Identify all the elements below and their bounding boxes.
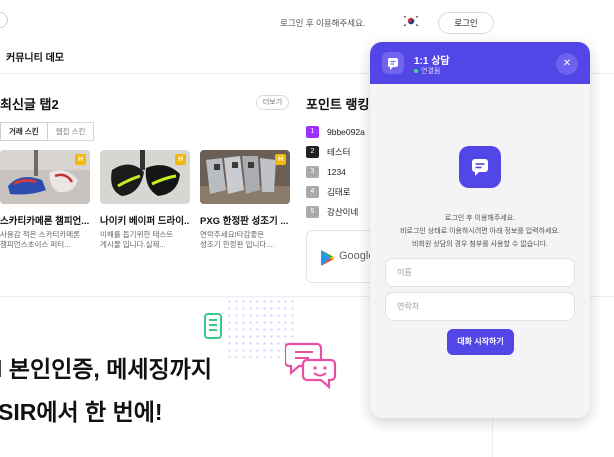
latest-posts-title: 최신글 탭2 bbox=[0, 97, 59, 112]
chat-widget: 1:1 상담 연결됨 ✕ 로그인 후 이용해주세요. 비로그인 상태로 이용하시… bbox=[370, 42, 590, 418]
chat-info-line: 비회원 상담의 경우 첨부를 사용할 수 없습니다. bbox=[412, 241, 548, 248]
top-bar: 로그인 후 이용해주세요. 로그인 bbox=[0, 0, 614, 44]
ranking-title: 포인트 랭킹 bbox=[306, 97, 370, 112]
post-title[interactable]: 스카티카메론 챔피언... bbox=[0, 213, 90, 227]
post-desc: 챔피언스초이스 퍼터... bbox=[0, 240, 71, 249]
chat-info-line: 비로그인 상태로 이용하시려면 아래 정보를 입력하세요. bbox=[400, 228, 560, 235]
tab-trade-skin[interactable]: 거래 스킨 bbox=[0, 122, 48, 141]
connection-status: 연결됨 bbox=[414, 66, 440, 76]
online-dot-icon bbox=[414, 69, 418, 74]
google-play-icon bbox=[321, 250, 335, 266]
chat-bubble-icon bbox=[388, 58, 398, 70]
post-thumbnail[interactable]: H bbox=[0, 150, 90, 204]
login-notice: 로그인 후 이용해주세요. bbox=[280, 18, 366, 28]
column-divider bbox=[492, 418, 493, 457]
more-button[interactable]: 더보기 bbox=[256, 95, 289, 110]
connection-status-text: 연결됨 bbox=[421, 68, 441, 75]
start-chat-button[interactable]: 대화 시작하기 bbox=[447, 329, 514, 355]
chat-widget-header: 1:1 상담 연결됨 ✕ bbox=[370, 42, 590, 84]
phone-icon bbox=[204, 313, 222, 339]
post-desc: 사용감 적은 스카티카메론 bbox=[0, 230, 81, 239]
hot-badge: H bbox=[275, 154, 286, 165]
post-card[interactable]: H 스카티카메론 챔피언... 사용감 적은 스카티카메론 챔피언스초이스 퍼터… bbox=[0, 150, 90, 250]
chat-info-line: 로그인 후 이용해주세요. bbox=[444, 215, 516, 222]
chat-title: 1:1 상담 bbox=[414, 56, 450, 67]
skin-tabs: 거래 스킨 웹접 스킨 bbox=[0, 122, 95, 141]
tab-webzine-skin[interactable]: 웹접 스킨 bbox=[47, 122, 95, 141]
banner-headline-1: l 본인인증, 메세징까지 bbox=[0, 356, 213, 382]
rank-number-badge: 5 bbox=[306, 206, 319, 218]
chat-main-icon bbox=[459, 146, 501, 188]
rank-number-badge: 1 bbox=[306, 126, 319, 138]
chat-bubbles-icon bbox=[285, 342, 337, 390]
login-button[interactable]: 로그인 bbox=[438, 12, 494, 34]
rank-number-badge: 4 bbox=[306, 186, 319, 198]
site-name[interactable]: 커뮤니티 데모 bbox=[6, 49, 64, 64]
post-thumbnail[interactable]: H bbox=[100, 150, 190, 204]
rank-number-badge: 2 bbox=[306, 146, 319, 158]
post-thumbnail[interactable]: H bbox=[200, 150, 290, 204]
post-card[interactable]: H PXG 한정판 성조기 ... 연락주세요!타감좋은 성조기 한정판 입니다… bbox=[200, 150, 290, 250]
rank-number-badge: 3 bbox=[306, 166, 319, 178]
rank-user-name[interactable]: 강산이네 bbox=[327, 206, 358, 218]
chat-avatar bbox=[382, 52, 404, 74]
post-desc: 연락주세요!타감좋은 bbox=[200, 230, 265, 239]
rank-user-name[interactable]: 1234 bbox=[327, 167, 346, 177]
hot-badge: H bbox=[75, 154, 86, 165]
rank-user-name[interactable]: 테스터 bbox=[327, 146, 350, 158]
rank-user-name[interactable]: 김태로 bbox=[327, 186, 350, 198]
rank-user-name[interactable]: 9bbe092a bbox=[327, 127, 365, 137]
hot-badge: H bbox=[175, 154, 186, 165]
post-desc: 이해를 돕기위한 테스트 bbox=[100, 230, 174, 239]
contact-input[interactable] bbox=[385, 292, 575, 321]
post-title[interactable]: 나이키 베이퍼 드라이... bbox=[100, 213, 190, 227]
message-icon bbox=[472, 159, 488, 176]
post-desc: 게시물 입니다.실제... bbox=[100, 240, 166, 249]
post-card[interactable]: H 나이키 베이퍼 드라이... 이해를 돕기위한 테스트 게시물 입니다.실제… bbox=[100, 150, 190, 250]
post-title[interactable]: PXG 한정판 성조기 ... bbox=[200, 213, 290, 227]
banner-headline-2: SIR에서 한 번에! bbox=[0, 399, 163, 425]
name-input[interactable] bbox=[385, 258, 575, 287]
close-icon[interactable]: ✕ bbox=[556, 53, 578, 75]
post-cards: H 스카티카메론 챔피언... 사용감 적은 스카티카메론 챔피언스초이스 퍼터… bbox=[0, 150, 300, 276]
post-desc: 성조기 한정판 입니다.... bbox=[200, 240, 275, 249]
menu-circle-icon[interactable] bbox=[0, 12, 8, 28]
chat-info-message: 로그인 후 이용해주세요. 비로그인 상태로 이용하시려면 아래 정보를 입력하… bbox=[370, 212, 590, 251]
korea-flag-icon[interactable] bbox=[402, 14, 420, 28]
